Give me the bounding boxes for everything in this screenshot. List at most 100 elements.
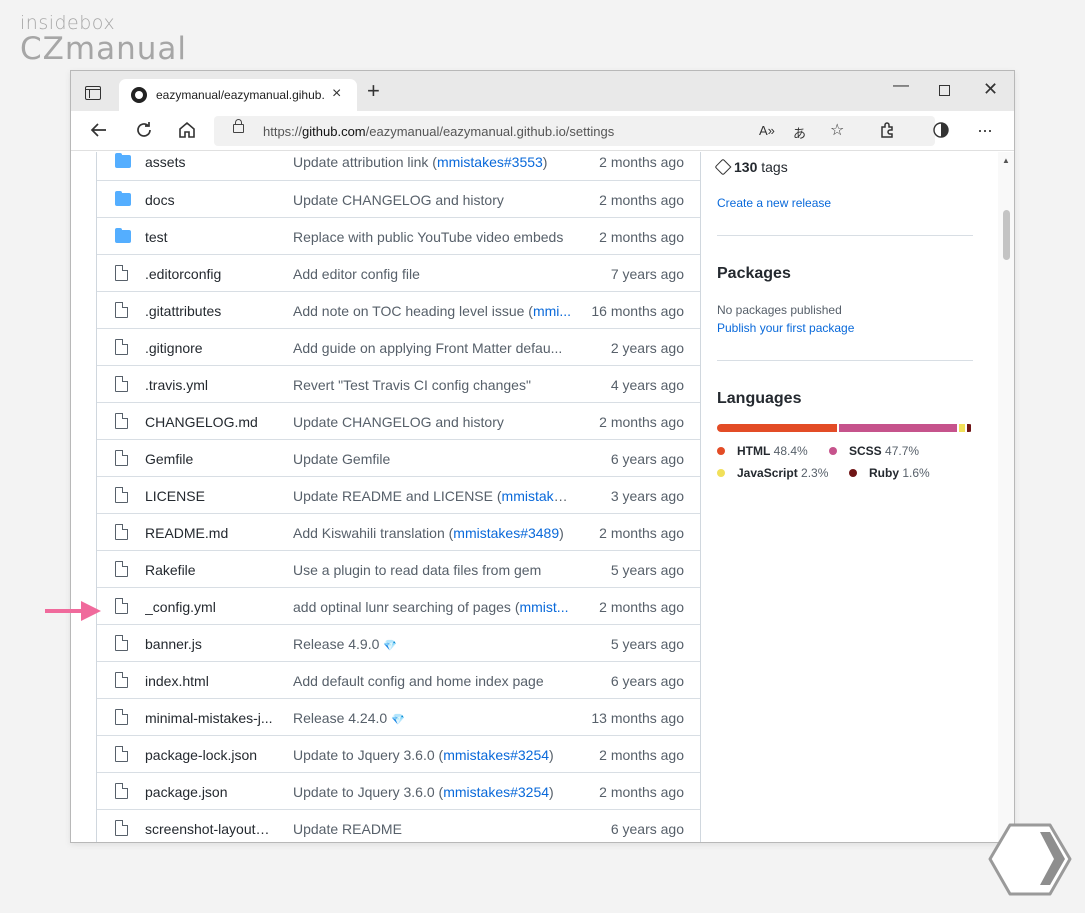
back-arrow-icon[interactable] — [89, 120, 109, 144]
lock-icon[interactable] — [233, 119, 244, 133]
scroll-up-icon[interactable]: ▲ — [1002, 156, 1010, 165]
file-row[interactable]: .gitignore Add guide on applying Front Ma… — [97, 328, 700, 365]
file-row[interactable]: minimal-mistakes-j... Release 4.24.0 💎 13 m… — [97, 698, 700, 735]
home-icon[interactable] — [177, 120, 197, 144]
commit-message[interactable]: Add Kiswahili translation (mmistakes#348… — [293, 525, 573, 541]
file-row[interactable]: .editorconfig Add editor config file 7 yea… — [97, 254, 700, 291]
file-row[interactable]: assets Update attribution link (mmistakes… — [97, 152, 700, 180]
tab-close-icon[interactable]: × — [332, 85, 341, 103]
favorite-icon[interactable]: ☆ — [830, 120, 844, 140]
issue-link[interactable]: mmistakes#3489 — [453, 525, 559, 541]
commit-message[interactable]: Release 4.24.0 💎 — [293, 710, 573, 726]
maximize-button[interactable] — [939, 85, 950, 96]
commit-message[interactable]: Use a plugin to read data files from gem — [293, 562, 573, 578]
commit-message[interactable]: Add editor config file — [293, 266, 573, 282]
vertical-scrollbar[interactable]: ▲ ▼ — [998, 152, 1014, 842]
reload-icon[interactable] — [134, 120, 154, 144]
extensions-icon[interactable] — [877, 120, 897, 144]
issue-link[interactable]: mmistakes... — [502, 488, 573, 504]
issue-link[interactable]: mmi... — [533, 303, 571, 319]
commit-message[interactable]: Release 4.9.0 💎 — [293, 636, 573, 652]
file-name[interactable]: .gitattributes — [145, 303, 275, 319]
minimize-button[interactable]: — — [893, 77, 909, 95]
file-row[interactable]: test Replace with public YouTube video em… — [97, 217, 700, 254]
packages-heading[interactable]: Packages — [717, 265, 791, 283]
file-name[interactable]: .travis.yml — [145, 377, 275, 393]
languages-heading: Languages — [717, 390, 802, 407]
address-bar[interactable]: https://github.com/eazymanual/eazymanual… — [214, 116, 935, 146]
read-aloud-icon[interactable]: A» — [759, 123, 775, 138]
commit-message[interactable]: Revert "Test Travis CI config changes" — [293, 377, 573, 393]
file-row[interactable]: CHANGELOG.md Update CHANGELOG and history… — [97, 402, 700, 439]
tab-actions-icon[interactable] — [85, 86, 101, 100]
publish-package-link[interactable]: Publish your first package — [717, 321, 854, 335]
scrollbar-thumb[interactable] — [1003, 210, 1010, 260]
commit-message[interactable]: Update README — [293, 821, 573, 837]
language-item[interactable]: SCSS 47.7% — [829, 444, 919, 458]
create-release-link[interactable]: Create a new release — [717, 196, 831, 210]
file-row[interactable]: package-lock.json Update to Jquery 3.6.0 … — [97, 735, 700, 772]
file-name[interactable]: test — [145, 229, 275, 245]
commit-message[interactable]: Add note on TOC heading level issue (mmi… — [293, 303, 573, 319]
file-row[interactable]: LICENSE Update README and LICENSE (mmista… — [97, 476, 700, 513]
commit-message[interactable]: Update CHANGELOG and history — [293, 414, 573, 430]
file-name[interactable]: Rakefile — [145, 562, 275, 578]
file-name[interactable]: package.json — [145, 784, 275, 800]
file-name[interactable]: minimal-mistakes-j... — [145, 710, 275, 726]
file-name[interactable]: package-lock.json — [145, 747, 275, 763]
commit-message[interactable]: Update to Jquery 3.6.0 (mmistakes#3254) — [293, 784, 573, 800]
issue-link[interactable]: mmist... — [519, 599, 568, 615]
commit-message[interactable]: Replace with public YouTube video embeds — [293, 229, 573, 245]
commit-message[interactable]: Update to Jquery 3.6.0 (mmistakes#3254) — [293, 747, 573, 763]
file-row[interactable]: Gemfile Update Gemfile 6 years ago — [97, 439, 700, 476]
no-packages-text: No packages published — [717, 303, 842, 317]
close-window-button[interactable]: ✕ — [983, 79, 998, 100]
browser-essentials-icon[interactable] — [931, 120, 951, 144]
file-name[interactable]: .gitignore — [145, 340, 275, 356]
file-name[interactable]: CHANGELOG.md — [145, 414, 275, 430]
file-name[interactable]: Gemfile — [145, 451, 275, 467]
file-name[interactable]: assets — [145, 154, 275, 170]
file-row[interactable]: _config.yml add optinal lunr searching of… — [97, 587, 700, 624]
logo-line2: CZmanual — [20, 31, 187, 67]
commit-message[interactable]: Update Gemfile — [293, 451, 573, 467]
file-row[interactable]: screenshot-layouts.... Update README 6 yea… — [97, 809, 700, 842]
issue-link[interactable]: mmistakes#3553 — [437, 154, 543, 170]
file-row[interactable]: index.html Add default config and home in… — [97, 661, 700, 698]
more-menu-icon[interactable]: ··· — [977, 120, 993, 140]
commit-message[interactable]: Add guide on applying Front Matter defau… — [293, 340, 573, 356]
file-name[interactable]: docs — [145, 192, 275, 208]
file-name[interactable]: banner.js — [145, 636, 275, 652]
file-row[interactable]: Rakefile Use a plugin to read data files … — [97, 550, 700, 587]
commit-message[interactable]: add optinal lunr searching of pages (mmi… — [293, 599, 573, 615]
file-row[interactable]: package.json Update to Jquery 3.6.0 (mmis… — [97, 772, 700, 809]
file-name[interactable]: .editorconfig — [145, 266, 275, 282]
commit-message[interactable]: Update attribution link (mmistakes#3553) — [293, 154, 573, 170]
file-name[interactable]: README.md — [145, 525, 275, 541]
repo-sidebar: 130 tags Create a new release Packages N… — [714, 152, 977, 842]
url-text[interactable]: https://github.com/eazymanual/eazymanual… — [263, 124, 614, 139]
language-item[interactable]: JavaScript 2.3% — [717, 466, 828, 480]
file-row[interactable]: .travis.yml Revert "Test Travis CI config… — [97, 365, 700, 402]
language-item[interactable]: HTML 48.4% — [717, 444, 808, 458]
file-row[interactable]: README.md Add Kiswahili translation (mmis… — [97, 513, 700, 550]
new-tab-button[interactable]: + — [367, 80, 380, 102]
language-item[interactable]: Ruby 1.6% — [849, 466, 930, 480]
tags-count[interactable]: 130 tags — [714, 158, 788, 176]
commit-age: 2 months ago — [599, 784, 684, 800]
commit-message[interactable]: Update CHANGELOG and history — [293, 192, 573, 208]
translate-icon[interactable]: あ — [793, 123, 806, 142]
issue-link[interactable]: mmistakes#3254 — [443, 784, 549, 800]
file-row[interactable]: docs Update CHANGELOG and history 2 months… — [97, 180, 700, 217]
file-row[interactable]: .gitattributes Add note on TOC heading le… — [97, 291, 700, 328]
active-tab[interactable]: eazymanual/eazymanual.gihub.io × — [119, 79, 357, 111]
issue-link[interactable]: mmistakes#3254 — [443, 747, 549, 763]
file-name[interactable]: LICENSE — [145, 488, 275, 504]
commit-message[interactable]: Add default config and home index page — [293, 673, 573, 689]
file-row[interactable]: banner.js Release 4.9.0 💎 5 years ago — [97, 624, 700, 661]
github-favicon-icon — [131, 87, 147, 103]
file-name[interactable]: _config.yml — [145, 599, 275, 615]
file-name[interactable]: index.html — [145, 673, 275, 689]
commit-message[interactable]: Update README and LICENSE (mmistakes... — [293, 488, 573, 504]
file-name[interactable]: screenshot-layouts.... — [145, 821, 275, 837]
